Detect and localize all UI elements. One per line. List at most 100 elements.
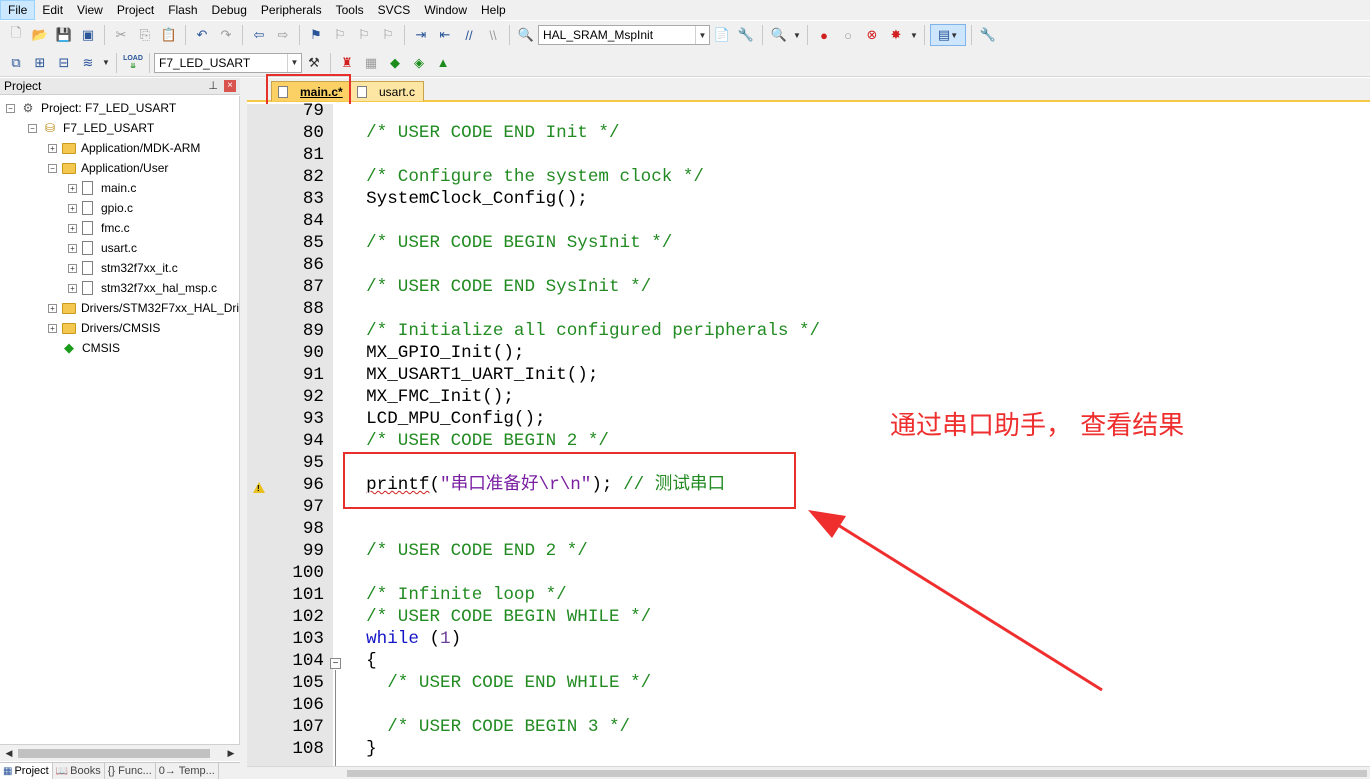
collapse-icon[interactable]: − <box>6 103 15 113</box>
clear-bookmarks-icon[interactable]: ⚐ <box>377 24 399 46</box>
scrollbar-thumb[interactable] <box>347 770 1367 777</box>
indent-icon[interactable]: ⇥ <box>410 24 432 46</box>
disable-breakpoints-icon[interactable]: ⊗ <box>861 24 883 46</box>
paste-icon[interactable]: 📋 <box>158 24 180 46</box>
load-icon[interactable]: LOAD ⇊ <box>122 52 144 74</box>
tree-item-file[interactable]: + stm32f7xx_it.c <box>68 258 178 278</box>
toolbar-separator <box>509 25 510 45</box>
tree-item-project[interactable]: − ⚙ Project: F7_LED_USART <box>6 98 176 118</box>
editor-horizontal-scrollbar[interactable] <box>247 766 1370 779</box>
rebuild-icon[interactable]: ⊟ <box>53 52 75 74</box>
copy-icon[interactable]: ⎘ <box>134 24 156 46</box>
code-editor[interactable]: /* USER CODE END Init */ /* Configure th… <box>347 104 1370 766</box>
tree-item-file[interactable]: + stm32f7xx_hal_msp.c <box>68 278 217 298</box>
tree-item-cmsis[interactable]: ◆ CMSIS <box>48 338 120 358</box>
tree-item-folder[interactable]: − Application/User <box>48 158 168 178</box>
select-packs-icon[interactable]: ◆ <box>384 52 406 74</box>
prev-bookmark-icon[interactable]: ⚐ <box>329 24 351 46</box>
expand-icon[interactable]: + <box>68 283 77 293</box>
project-horizontal-scrollbar[interactable]: ◀ ▶ <box>0 744 240 761</box>
tab-usart-c[interactable]: usart.c <box>350 81 425 101</box>
tree-item-folder[interactable]: + Drivers/STM32F7xx_HAL_Driv <box>48 298 239 318</box>
close-icon[interactable]: × <box>224 80 236 92</box>
menu-debug[interactable]: Debug <box>205 0 254 20</box>
menu-file[interactable]: File <box>0 0 36 20</box>
expand-icon[interactable]: + <box>48 143 57 153</box>
chevron-down-icon[interactable]: ▼ <box>287 53 301 72</box>
new-file-icon[interactable]: 🗋 <box>5 24 27 46</box>
pack-installer-icon[interactable]: ◈ <box>408 52 430 74</box>
save-all-icon[interactable]: ▣ <box>77 24 99 46</box>
batch-dropdown-icon[interactable]: ▼ <box>101 52 111 74</box>
fold-toggle-icon[interactable]: − <box>330 658 341 669</box>
function-combo[interactable]: HAL_SRAM_MspInit ▼ <box>538 25 710 45</box>
cut-icon[interactable]: ✂ <box>110 24 132 46</box>
manage-rte-icon[interactable]: ▦ <box>360 52 382 74</box>
next-bookmark-icon[interactable]: ⚐ <box>353 24 375 46</box>
menu-window[interactable]: Window <box>417 0 474 20</box>
translate-icon[interactable]: ⧉ <box>5 52 27 74</box>
menu-project[interactable]: Project <box>110 0 161 20</box>
menu-view[interactable]: View <box>70 0 110 20</box>
expand-icon[interactable]: + <box>68 183 77 193</box>
tree-item-file[interactable]: + gpio.c <box>68 198 133 218</box>
scroll-right-icon[interactable]: ▶ <box>224 747 238 760</box>
scrollbar-thumb[interactable] <box>18 749 210 758</box>
target-options-icon[interactable]: ⚒ <box>303 52 325 74</box>
enable-breakpoint-icon[interactable]: ○ <box>837 24 859 46</box>
menu-edit[interactable]: Edit <box>35 0 70 20</box>
panel-tab-1[interactable]: 📖 Books <box>53 763 105 779</box>
breakpoint-dropdown-icon[interactable]: ▼ <box>909 24 919 46</box>
panel-splitter[interactable] <box>240 78 247 779</box>
tree-item-folder[interactable]: + Application/MDK-ARM <box>48 138 200 158</box>
panel-tab-0[interactable]: ▦ Project <box>0 763 53 779</box>
expand-icon[interactable]: + <box>48 303 57 313</box>
collapse-icon[interactable]: − <box>28 123 37 133</box>
open-folder-icon[interactable]: 📂 <box>29 24 51 46</box>
expand-icon[interactable]: + <box>68 203 77 213</box>
find-icon[interactable]: 🔧 <box>735 24 757 46</box>
navigate-back-icon[interactable]: ⇦ <box>248 24 270 46</box>
kill-breakpoints-icon[interactable]: ✸ <box>885 24 907 46</box>
build-icon[interactable]: ⊞ <box>29 52 51 74</box>
navigate-forward-icon[interactable]: ⇨ <box>272 24 294 46</box>
pin-icon[interactable]: ⊥ <box>208 79 218 92</box>
save-icon[interactable]: 💾 <box>53 24 75 46</box>
configure-icon[interactable]: 🔧 <box>977 24 999 46</box>
uncomment-icon[interactable]: \\ <box>482 24 504 46</box>
unindent-icon[interactable]: ⇤ <box>434 24 456 46</box>
menu-peripherals[interactable]: Peripherals <box>254 0 329 20</box>
expand-icon[interactable]: + <box>48 323 57 333</box>
panel-tab-2[interactable]: {} Func... <box>105 763 156 779</box>
collapse-icon[interactable]: − <box>48 163 57 173</box>
tree-item-file[interactable]: + usart.c <box>68 238 137 258</box>
panel-tab-3[interactable]: 0→ Temp... <box>156 763 219 779</box>
start-debug-icon[interactable]: 🔍 <box>768 24 790 46</box>
tree-item-folder[interactable]: + Drivers/CMSIS <box>48 318 160 338</box>
window-layout-icon[interactable]: ▤ ▼ <box>930 24 966 46</box>
menu-tools[interactable]: Tools <box>329 0 371 20</box>
expand-icon[interactable]: + <box>68 243 77 253</box>
scroll-left-icon[interactable]: ◀ <box>2 747 16 760</box>
insert-template-icon[interactable]: 📄 <box>711 24 733 46</box>
batch-build-icon[interactable]: ≋ <box>77 52 99 74</box>
find-in-files-icon[interactable]: 🔍 <box>515 24 537 46</box>
bookmark-icon[interactable]: ⚑ <box>305 24 327 46</box>
menu-flash[interactable]: Flash <box>161 0 204 20</box>
file-extensions-icon[interactable]: ♜ <box>336 52 358 74</box>
comment-icon[interactable]: // <box>458 24 480 46</box>
debug-dropdown-icon[interactable]: ▼ <box>792 24 802 46</box>
manage-components-icon[interactable]: ▲ <box>432 52 454 74</box>
undo-icon[interactable]: ↶ <box>191 24 213 46</box>
chevron-down-icon[interactable]: ▼ <box>695 26 709 44</box>
redo-icon[interactable]: ↷ <box>215 24 237 46</box>
target-combo[interactable]: F7_LED_USART ▼ <box>154 52 302 73</box>
tree-item-file[interactable]: + fmc.c <box>68 218 130 238</box>
expand-icon[interactable]: + <box>68 263 77 273</box>
menu-svcs[interactable]: SVCS <box>371 0 418 20</box>
insert-breakpoint-icon[interactable]: ● <box>813 24 835 46</box>
tree-item-target[interactable]: − ⛁ F7_LED_USART <box>28 118 154 138</box>
menu-help[interactable]: Help <box>474 0 513 20</box>
expand-icon[interactable]: + <box>68 223 77 233</box>
tree-item-file[interactable]: + main.c <box>68 178 136 198</box>
